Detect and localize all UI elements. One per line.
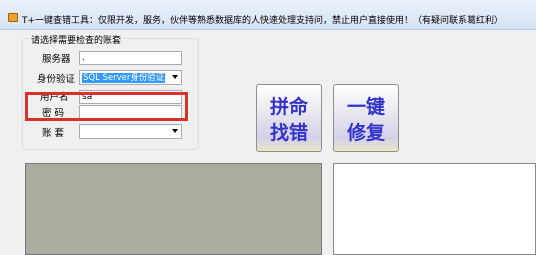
main-window-client: 请选择需要检查的账套 服务器 . 身份验证 SQL Server身份验证 用户名… bbox=[0, 30, 536, 255]
auth-dropdown[interactable]: SQL Server身份验证 bbox=[79, 70, 182, 85]
account-label: 账 套 bbox=[42, 128, 65, 139]
app-icon bbox=[8, 13, 18, 22]
auth-label: 身份验证 bbox=[37, 74, 76, 85]
chevron-down-icon[interactable] bbox=[172, 75, 178, 79]
account-dropdown[interactable] bbox=[79, 124, 182, 139]
group-legend: 请选择需要检查的账套 bbox=[29, 33, 124, 46]
find-errors-label-1: 拼命 bbox=[269, 96, 308, 118]
title-bar: T+一键查错工具：仅限开发，服务，伙伴等熟悉数据库的人快速处理支持问，禁止用户直… bbox=[0, 0, 536, 30]
one-click-fix-button[interactable]: 一键 修复 bbox=[333, 84, 399, 152]
highlight-annotation bbox=[25, 92, 188, 121]
find-errors-button[interactable]: 拼命 找错 bbox=[256, 84, 322, 152]
error-list-panel[interactable] bbox=[25, 163, 322, 255]
detail-panel[interactable] bbox=[333, 163, 536, 255]
find-errors-label-2: 找错 bbox=[269, 122, 308, 144]
auth-dropdown-value: SQL Server身份验证 bbox=[82, 73, 166, 83]
chevron-down-icon[interactable] bbox=[172, 129, 178, 133]
fix-label-2: 修复 bbox=[346, 122, 385, 144]
server-label: 服务器 bbox=[42, 54, 71, 65]
fix-label-1: 一键 bbox=[346, 96, 385, 118]
server-input[interactable]: . bbox=[79, 51, 182, 65]
window-title: T+一键查错工具：仅限开发，服务，伙伴等熟悉数据库的人快速处理支持问，禁止用户直… bbox=[22, 16, 504, 26]
